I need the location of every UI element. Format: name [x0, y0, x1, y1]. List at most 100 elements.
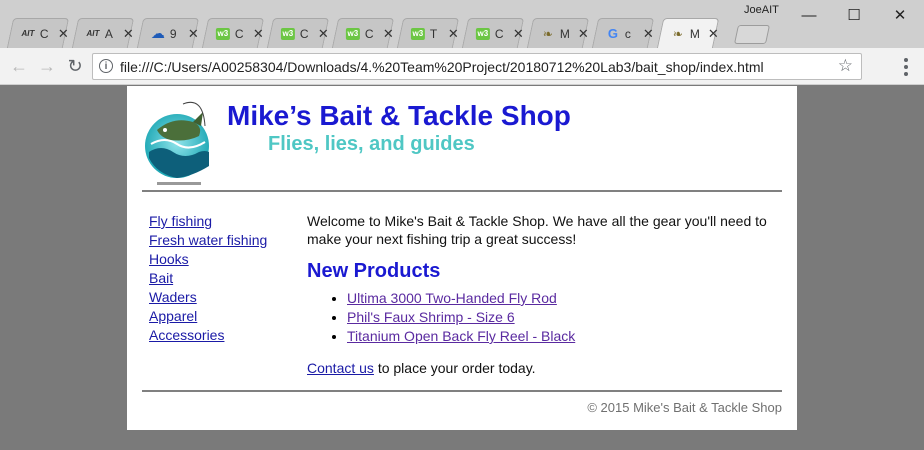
nav-item: Bait — [149, 270, 267, 289]
browser-tab[interactable]: AIT A ✕ — [71, 18, 135, 48]
back-button[interactable]: ← — [8, 55, 30, 77]
contact-line: Contact us to place your order today. — [307, 360, 536, 376]
tab-title: 9 — [169, 26, 177, 41]
nav-link[interactable]: Waders — [149, 289, 197, 305]
browser-tab[interactable]: w3 C ✕ — [331, 18, 395, 48]
tab-title: A — [104, 26, 113, 41]
tab-title: C — [39, 26, 49, 41]
tab-close-icon[interactable]: ✕ — [448, 26, 459, 42]
browser-titlebar: AIT C ✕ AIT A ✕ ☁ 9 ✕ w3 C ✕ w3 C ✕ w3 C ✕ w3 T ✕ w3 C ✕ ❧ M ✕ Gc ✕ ❧… — [0, 0, 924, 49]
product-item: Ultima 3000 Two-Handed Fly Rod — [347, 290, 575, 309]
tab-content: w3 C ✕ — [336, 19, 394, 48]
shop-logo-icon — [145, 101, 209, 185]
ait-icon: AIT — [21, 29, 35, 38]
tab-content: ❧ M ✕ — [661, 19, 719, 49]
tab-title: C — [364, 26, 374, 41]
nav-item: Fresh water fishing — [149, 232, 267, 251]
bookmark-star-icon[interactable]: ☆ — [838, 56, 853, 76]
nav-item: Fly fishing — [149, 213, 267, 232]
w3schools-icon: w3 — [280, 27, 295, 40]
tab-close-icon[interactable]: ✕ — [708, 26, 719, 42]
ait-icon: AIT — [86, 29, 100, 38]
new-tab-button[interactable] — [733, 25, 771, 44]
browser-tab[interactable]: w3 C ✕ — [201, 18, 265, 48]
new-products-heading: New Products — [307, 260, 441, 282]
browser-tab[interactable]: ☁ 9 ✕ — [136, 18, 200, 48]
tab-content: AIT A ✕ — [76, 19, 133, 48]
main-content: Welcome to Mike's Bait & Tackle Shop. We… — [307, 212, 777, 376]
product-link[interactable]: Titanium Open Back Fly Reel - Black — [347, 328, 575, 344]
tab-close-icon[interactable]: ✕ — [188, 26, 199, 42]
w3schools-icon: w3 — [215, 27, 230, 40]
browser-tab[interactable]: Gc ✕ — [591, 18, 655, 48]
product-item: Titanium Open Back Fly Reel - Black — [347, 328, 575, 347]
contact-link[interactable]: Contact us — [307, 360, 374, 376]
tab-close-icon[interactable]: ✕ — [58, 26, 69, 42]
browser-menu-icon[interactable] — [898, 56, 914, 78]
tab-close-icon[interactable]: ✕ — [123, 26, 134, 42]
forward-button[interactable]: → — [36, 55, 58, 77]
nav-item: Accessories — [149, 327, 267, 346]
tab-close-icon[interactable]: ✕ — [578, 26, 589, 42]
reload-button[interactable]: ↻ — [64, 55, 86, 77]
tab-title: c — [624, 26, 631, 41]
site-tagline: Flies, lies, and guides — [268, 133, 475, 155]
tab-close-icon[interactable]: ✕ — [383, 26, 394, 42]
maximize-button[interactable]: ☐ — [831, 0, 877, 30]
fish-icon: ❧ — [542, 26, 553, 41]
browser-tab[interactable]: AIT C ✕ — [6, 18, 70, 48]
web-page: Mike’s Bait & Tackle Shop Flies, lies, a… — [127, 86, 797, 430]
tab-close-icon[interactable]: ✕ — [513, 26, 524, 42]
tab-title: C — [494, 26, 504, 41]
nav-item: Apparel — [149, 308, 267, 327]
tab-title: C — [234, 26, 244, 41]
contact-text: to place your order today. — [373, 360, 536, 376]
nav-link[interactable]: Bait — [149, 270, 173, 286]
tab-content: w3 C ✕ — [271, 19, 329, 48]
product-list: Ultima 3000 Two-Handed Fly Rod Phil's Fau… — [307, 290, 575, 347]
header-divider — [142, 190, 782, 192]
product-link[interactable]: Ultima 3000 Two-Handed Fly Rod — [347, 290, 557, 306]
nav-link[interactable]: Fly fishing — [149, 213, 212, 229]
nav-link[interactable]: Fresh water fishing — [149, 232, 267, 248]
browser-tab[interactable]: ❧ M ✕ — [656, 18, 720, 49]
tab-title: M — [689, 27, 700, 41]
profile-name[interactable]: JoeAIT — [744, 4, 779, 16]
address-bar[interactable]: i file:///C:/Users/A00258304/Downloads/4… — [92, 53, 862, 80]
browser-toolbar: ← → ↻ i file:///C:/Users/A00258304/Downl… — [0, 48, 924, 85]
nav-item: Hooks — [149, 251, 267, 270]
footer-divider — [142, 390, 782, 392]
tab-content: Gc ✕ — [596, 19, 654, 48]
site-nav: Fly fishing Fresh water fishing Hooks Bait W… — [149, 213, 267, 346]
tab-title: M — [559, 26, 570, 41]
nav-link[interactable]: Hooks — [149, 251, 189, 267]
close-window-button[interactable]: ✕ — [877, 0, 923, 30]
tab-content: w3 C ✕ — [466, 19, 524, 48]
browser-tab[interactable]: w3 C ✕ — [461, 18, 525, 48]
browser-tab[interactable]: ❧ M ✕ — [526, 18, 590, 48]
browser-tab[interactable]: w3 C ✕ — [266, 18, 330, 48]
nav-link[interactable]: Apparel — [149, 308, 197, 324]
product-item: Phil's Faux Shrimp - Size 6 — [347, 309, 575, 328]
tab-close-icon[interactable]: ✕ — [643, 26, 654, 42]
tab-content: AIT C ✕ — [11, 19, 68, 48]
info-icon[interactable]: i — [99, 59, 113, 73]
tab-title: T — [429, 26, 438, 41]
minimize-button[interactable]: — — [786, 0, 832, 30]
welcome-text: Welcome to Mike's Bait & Tackle Shop. We… — [307, 213, 767, 247]
product-link[interactable]: Phil's Faux Shrimp - Size 6 — [347, 309, 515, 325]
tab-close-icon[interactable]: ✕ — [253, 26, 264, 42]
onedrive-icon: ☁ — [150, 25, 165, 41]
nav-link[interactable]: Accessories — [149, 327, 224, 343]
site-title: Mike’s Bait & Tackle Shop — [227, 100, 571, 131]
w3schools-icon: w3 — [345, 27, 360, 40]
nav-item: Waders — [149, 289, 267, 308]
tab-content: ❧ M ✕ — [531, 19, 589, 48]
tab-close-icon[interactable]: ✕ — [318, 26, 329, 42]
w3schools-icon: w3 — [410, 27, 425, 40]
browser-tab[interactable]: w3 T ✕ — [396, 18, 460, 48]
tab-title: C — [299, 26, 309, 41]
footer-copyright: © 2015 Mike's Bait & Tackle Shop — [587, 400, 782, 415]
tab-content: ☁ 9 ✕ — [141, 19, 199, 48]
url-text[interactable]: file:///C:/Users/A00258304/Downloads/4.%… — [120, 59, 764, 75]
